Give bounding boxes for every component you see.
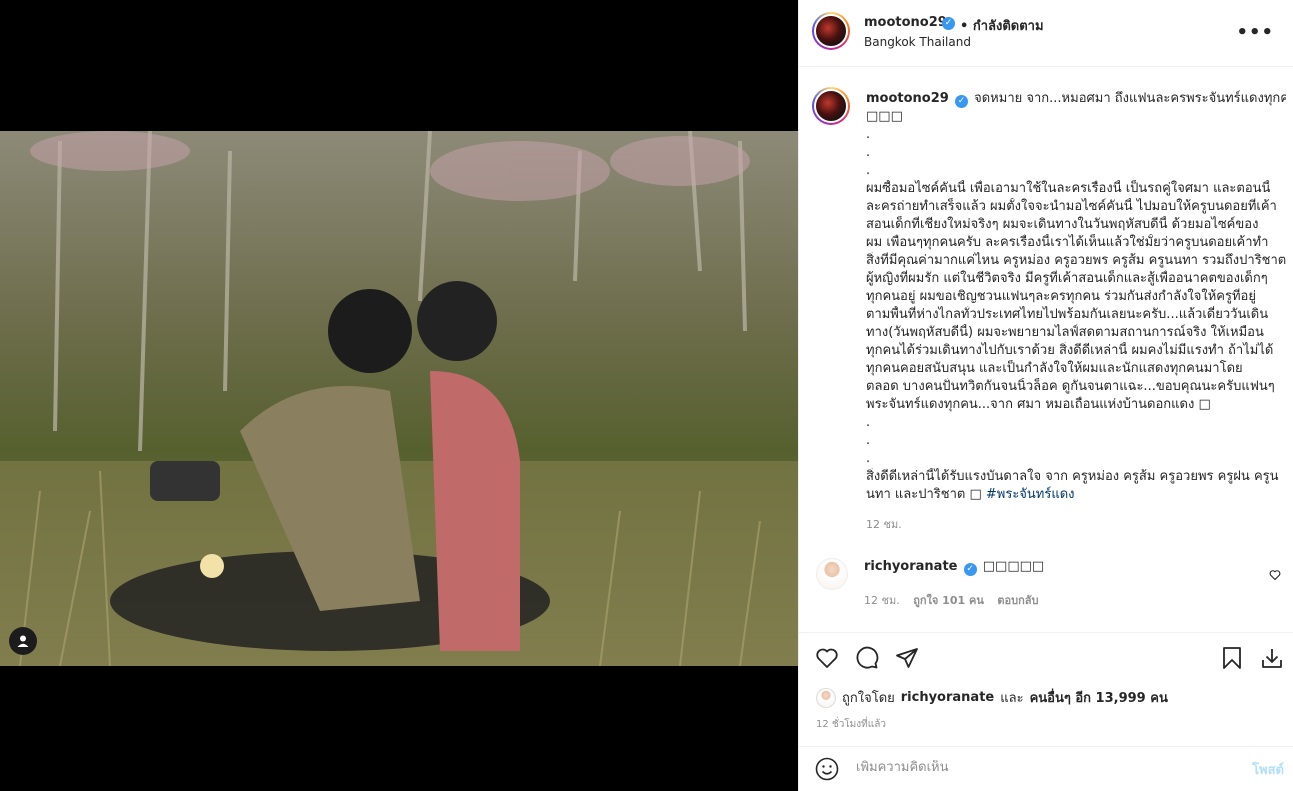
post-caption: mootono29 ✓ จดหมาย จาก...หมอศมา ถึงแฟนละ…: [866, 90, 1286, 534]
caption-line: นทา และปาริชาต □: [866, 487, 982, 502]
comment-body: richyoranate ✓ □□□□□: [864, 559, 1045, 576]
author-avatar[interactable]: [812, 12, 850, 50]
save-bookmark-icon[interactable]: [1218, 644, 1246, 672]
add-comment-bar: โพสต์: [799, 746, 1293, 791]
instagram-post-view: mootono29 ✓ • กำลังติดตาม Bangkok Thaila…: [0, 0, 1293, 791]
caption-line: .: [866, 451, 871, 466]
post-header: mootono29 ✓ • กำลังติดตาม Bangkok Thaila…: [799, 0, 1293, 67]
comment-time[interactable]: 12 ชม.: [864, 594, 900, 607]
caption-line: จดหมาย จาก...หมอศมา ถึงแฟนละครพระจันทร์แ…: [974, 91, 1286, 106]
caption-line: .: [866, 145, 871, 160]
caption-last-line: นทา และปาริชาต □ #พระจันทร์แดง: [866, 486, 1286, 504]
post-photo[interactable]: [0, 131, 798, 666]
liked-by-user[interactable]: richyoranate: [901, 690, 994, 705]
liked-by-others[interactable]: คนอื่นๆ อีก 13,999 คน: [1030, 687, 1168, 708]
post-actions: ถูกใจโดย richyoranate และ คนอื่นๆ อีก 13…: [799, 632, 1293, 746]
caption-author-avatar[interactable]: [812, 87, 850, 125]
verified-badge-icon: ✓: [954, 95, 968, 108]
caption-line: .: [866, 127, 871, 142]
liked-by-summary: ถูกใจโดย richyoranate และ คนอื่นๆ อีก 13…: [816, 687, 1168, 708]
caption-line: สอนเด็กที่เชียงใหม่จริงๆ ผมจะเดินทางในวั…: [866, 217, 1259, 232]
caption-line: .: [866, 433, 871, 448]
caption-line: ทาง(วันพฤหัสบดีนี้) ผมจะพยายามไลฟ์สดตามส…: [866, 325, 1264, 340]
like-heart-icon[interactable]: [813, 644, 841, 672]
liked-by-joiner: และ: [1000, 691, 1024, 706]
post-location[interactable]: Bangkok Thailand: [864, 35, 971, 49]
verified-badge-icon: ✓: [963, 563, 977, 576]
caption-time[interactable]: 12 ชม.: [866, 516, 1286, 534]
caption-line: ทุกคนคอยสนับสนุน และเป็นกำลังใจให้ผมและน…: [866, 361, 1243, 376]
follow-status[interactable]: • กำลังติดตาม: [960, 15, 1044, 36]
emoji-icon[interactable]: [815, 757, 839, 785]
caption-line: ทุกคนอยู่ ผมขอเชิญชวนแฟนๆละครทุกคน ร่วมก…: [866, 289, 1256, 304]
reply-button[interactable]: ตอบกลับ: [997, 594, 1038, 607]
more-horizontal-icon[interactable]: •••: [1236, 22, 1274, 43]
caption-line: พระจันทร์แดงทุกคน...จาก ศมา หมอเถื่อนแห่…: [866, 397, 1211, 412]
caption-line: ผมซื้อมอไซค์คันนี้ เพื่อเอามาใช้ในละครเร…: [866, 181, 1271, 196]
comment-likes[interactable]: ถูกใจ 101 คน: [913, 594, 984, 607]
caption-line: สิ่งที่มีคุณค่ามากแค่ไหน ครูหม่อง ครูอวย…: [866, 253, 1286, 268]
liked-by-prefix: ถูกใจโดย: [842, 691, 895, 706]
caption-author-username[interactable]: mootono29: [866, 91, 949, 106]
caption-line: ผู้หญิงที่ผมรัก แต่ในชีวิตจริง มีครูที่เ…: [866, 271, 1268, 286]
verified-badge-icon: ✓: [942, 17, 955, 30]
caption-line: ทุกคนได้ร่วมเดินทางไปกับเราด้วย สิ่งดีดี…: [866, 343, 1274, 358]
comment-meta: 12 ชม. ถูกใจ 101 คน ตอบกลับ: [864, 591, 1038, 609]
add-comment-input[interactable]: [856, 760, 1226, 775]
comment-text: □□□□□: [982, 559, 1045, 574]
caption-line: สิ่งดีดีเหล่านี้ได้รับแรงบันดาลใจ จาก คร…: [866, 469, 1279, 484]
post-comment-button[interactable]: โพสต์: [1252, 759, 1284, 780]
photo-illustration: [0, 131, 798, 666]
caption-line: ละครถ่ายทำเสร็จแล้ว ผมตั้งใจจะนำมอไซค์คั…: [866, 199, 1277, 214]
caption-line: .: [866, 163, 871, 178]
share-send-icon[interactable]: [893, 644, 921, 672]
caption-line: .: [866, 415, 871, 430]
tagged-users-icon[interactable]: [9, 627, 37, 655]
comment-bubble-icon[interactable]: [853, 644, 881, 672]
caption-line: ผม เพื่อนๆทุกคนครับ ละครเรื่องนี้เราได้เ…: [866, 235, 1269, 250]
download-icon[interactable]: [1258, 644, 1286, 672]
post-time-ago[interactable]: 12 ชั่วโมงที่แล้ว: [816, 717, 886, 732]
caption-line: ตามพื้นที่ห่างไกลทั่วประเทศไทยไปพร้อมกัน…: [866, 307, 1269, 322]
commenter-username[interactable]: richyoranate: [864, 559, 957, 574]
post-media-panel: [0, 0, 798, 791]
caption-first-line: mootono29 ✓ จดหมาย จาก...หมอศมา ถึงแฟนละ…: [866, 90, 1286, 108]
comment-heart-icon[interactable]: [1269, 566, 1281, 585]
hashtag-link[interactable]: #พระจันทร์แดง: [986, 487, 1075, 502]
liker-avatar[interactable]: [816, 687, 836, 708]
post-side-panel: mootono29 ✓ • กำลังติดตาม Bangkok Thaila…: [798, 0, 1293, 791]
caption-line: □□□: [866, 109, 903, 124]
commenter-avatar[interactable]: [816, 558, 848, 590]
author-username[interactable]: mootono29: [864, 15, 947, 30]
caption-line: ตลอด บางคนปั่นทวิตกันจนนิ้วล็อค ดูกันจนต…: [866, 379, 1275, 394]
